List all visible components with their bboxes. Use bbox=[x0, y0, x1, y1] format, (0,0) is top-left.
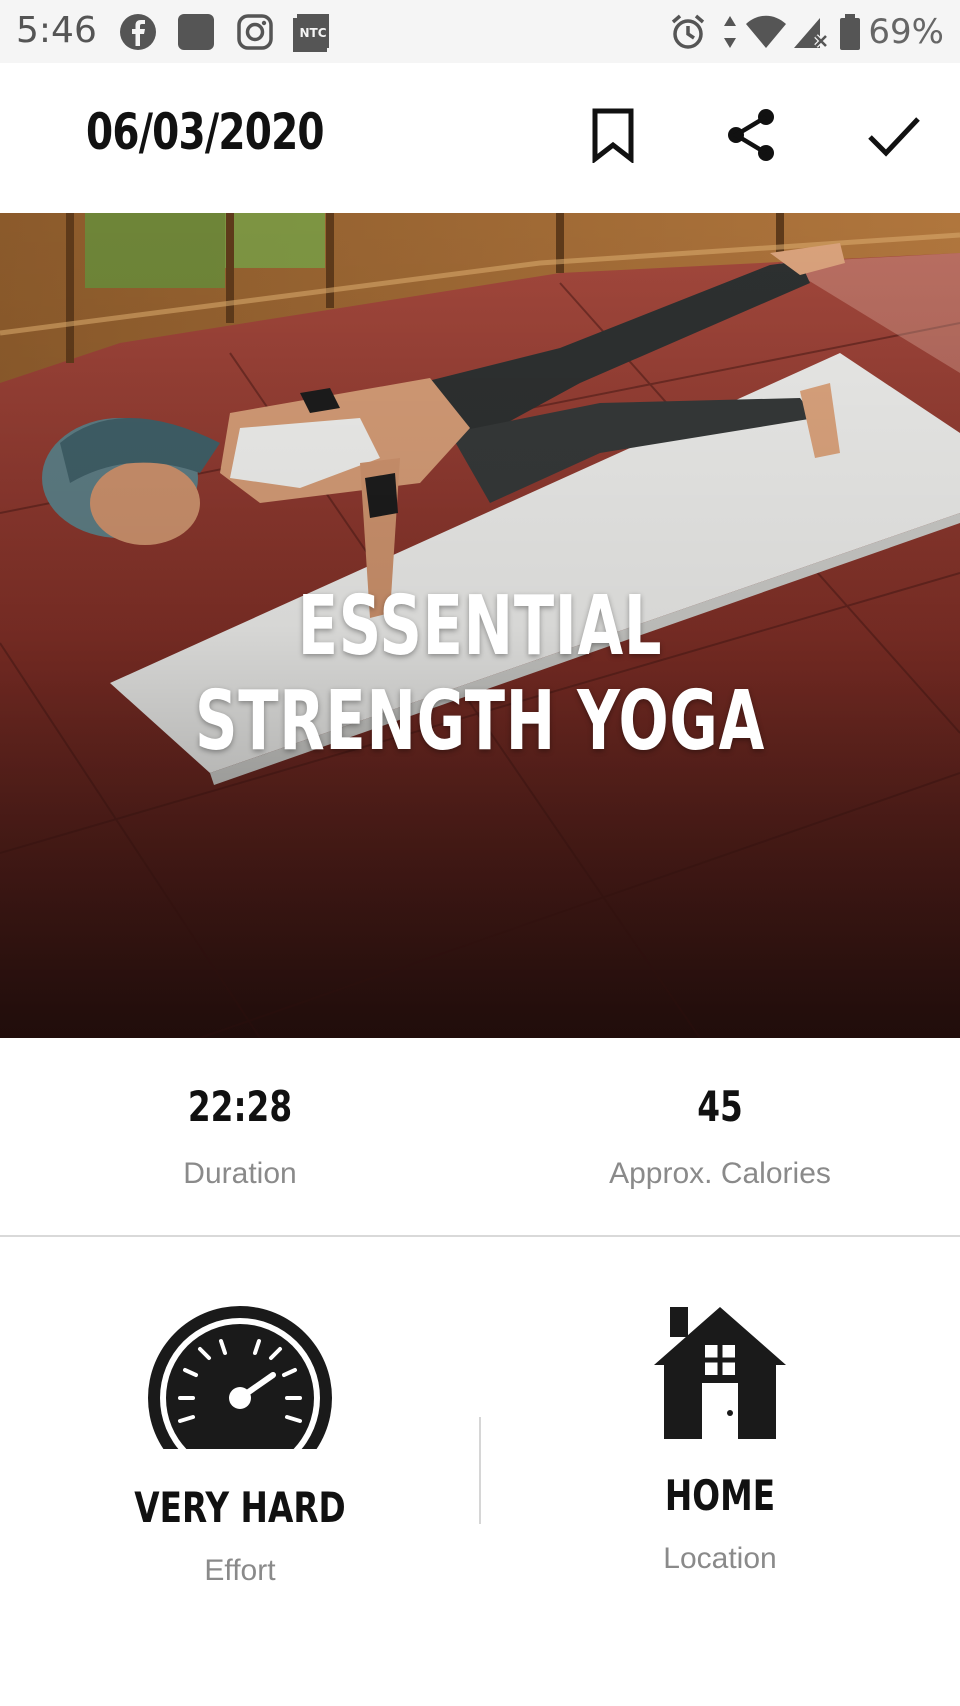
alarm-icon bbox=[671, 14, 705, 49]
location-label: Location bbox=[663, 1542, 777, 1575]
instagram-icon bbox=[237, 14, 273, 50]
calories-value: 45 bbox=[697, 1082, 743, 1131]
data-icon bbox=[724, 16, 736, 48]
signal-icon bbox=[794, 18, 828, 48]
duration-label: Duration bbox=[183, 1157, 297, 1190]
duration-stat: 22:28 Duration bbox=[0, 1038, 480, 1191]
app-icon bbox=[178, 14, 214, 50]
facebook-icon bbox=[120, 14, 156, 50]
share-icon[interactable] bbox=[724, 107, 780, 163]
battery-percent: 69% bbox=[868, 12, 944, 52]
workout-stats: 22:28 Duration 45 Approx. Calories bbox=[0, 1038, 960, 1237]
wifi-icon bbox=[746, 15, 786, 48]
location-detail[interactable]: HOME Location bbox=[480, 1303, 960, 1576]
ntc-text: NTC bbox=[299, 26, 326, 40]
home-icon bbox=[654, 1307, 786, 1439]
effort-value: VERY HARD bbox=[134, 1483, 346, 1532]
status-bar: 5:46 NTC 69% bbox=[0, 0, 960, 63]
status-time: 5:46 bbox=[16, 10, 97, 51]
battery-icon bbox=[840, 14, 860, 50]
effort-label: Effort bbox=[204, 1554, 276, 1587]
workout-details: VERY HARD Effort HOME Location bbox=[0, 1237, 960, 1706]
speedometer-icon bbox=[148, 1306, 332, 1449]
duration-value: 22:28 bbox=[187, 1082, 293, 1131]
location-value: HOME bbox=[664, 1471, 776, 1520]
top-bar: 06/03/2020 bbox=[0, 63, 960, 213]
workout-hero-image: ESSENTIAL STRENGTH YOGA bbox=[0, 213, 960, 1038]
bookmark-icon[interactable] bbox=[585, 107, 641, 163]
effort-detail[interactable]: VERY HARD Effort bbox=[0, 1303, 480, 1588]
workout-title: ESSENTIAL STRENGTH YOGA bbox=[194, 579, 766, 769]
ntc-icon: NTC bbox=[293, 14, 329, 52]
workout-date: 06/03/2020 bbox=[86, 103, 325, 161]
calories-stat: 45 Approx. Calories bbox=[480, 1038, 960, 1191]
calories-label: Approx. Calories bbox=[609, 1157, 831, 1190]
check-icon[interactable] bbox=[866, 107, 922, 163]
